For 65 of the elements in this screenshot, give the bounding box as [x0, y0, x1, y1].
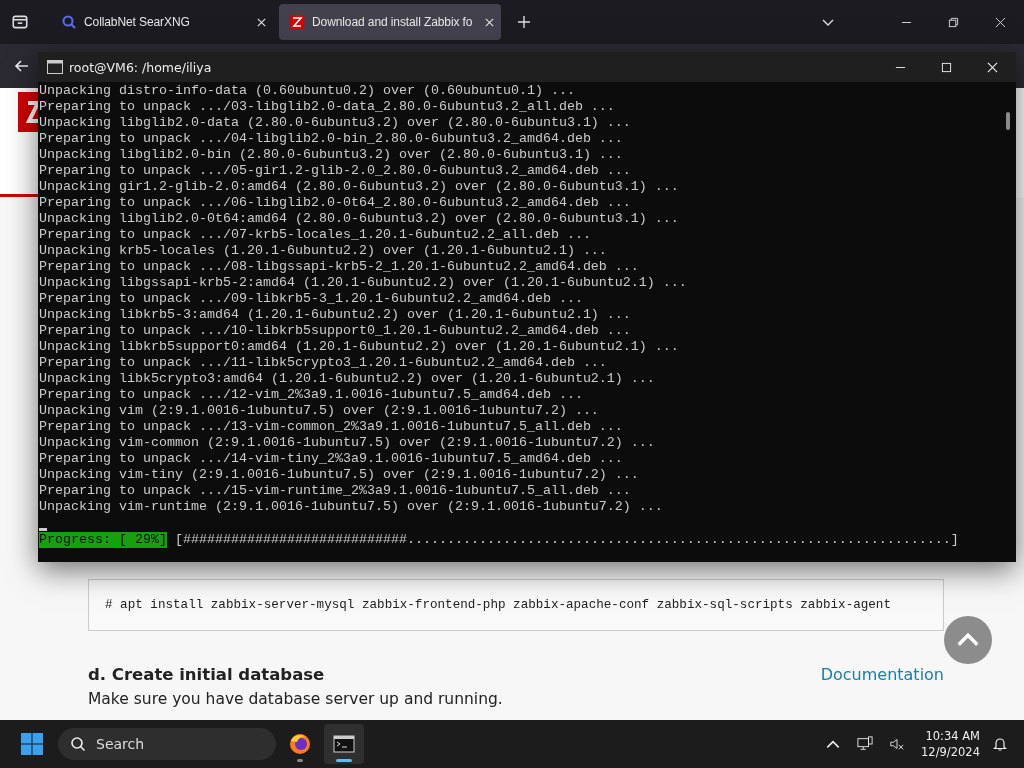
search-icon — [70, 736, 86, 752]
new-tab-icon[interactable] — [517, 15, 531, 29]
search-field[interactable]: Search — [58, 728, 276, 760]
terminal-line: Unpacking vim-runtime (2:9.1.0016-1ubuntu7.5) over (2:9.1.0016-1ubuntu7.2) ... — [39, 499, 664, 515]
terminal-line: Preparing to unpack .../13-vim-common_2%3a9.1.0016-1ubuntu7.5_all.deb ... — [39, 419, 624, 435]
console-icon — [47, 60, 63, 74]
terminal-icon — [332, 732, 356, 756]
terminal-line: Unpacking gir1.2-glib-2.0:amd64 (2.80.0-6ubuntu3.2) over (2.80.0-6ubuntu3.1) ... — [39, 179, 680, 195]
terminal-line: Unpacking libkrb5support0:amd64 (1.20.1-6ubuntu2.2) over (1.20.1-6ubuntu2.1) ... — [39, 339, 680, 355]
terminal-line: Preparing to unpack .../12-vim_2%3a9.1.0016-1ubuntu7.5_amd64.deb ... — [39, 387, 584, 403]
terminal-line: Unpacking libglib2.0-data (2.80.0-6ubuntu3.2) over (2.80.0-6ubuntu3.1) ... — [39, 115, 632, 131]
terminal-line: Preparing to unpack .../03-libglib2.0-data_2.80.0-6ubuntu3.2_all.deb ... — [39, 99, 616, 115]
terminal-line: Preparing to unpack .../08-libgssapi-krb5-2_1.20.1-6ubuntu2.2_amd64.deb ... — [39, 259, 640, 275]
section-heading: d. Create initial database — [88, 665, 325, 684]
restore-icon[interactable] — [948, 16, 959, 28]
progress-bar-text: [############################....................................................................] — [175, 532, 959, 548]
logo-icon — [289, 14, 305, 30]
terminal-line: Unpacking distro-info-data (0.60ubuntu0.2) over (0.60ubuntu0.1) ... — [39, 83, 576, 99]
terminal-line: Preparing to unpack .../14-vim-tiny_2%3a9.1.0016-1ubuntu7.5_amd64.deb ... — [39, 451, 624, 467]
clock[interactable]: 10:34 AM 12/9/2024 — [921, 728, 980, 760]
terminal-line: Unpacking vim-tiny (2:9.1.0016-1ubuntu7.5) over (2:9.1.0016-1ubuntu7.2) ... — [39, 467, 640, 483]
terminal-line: Unpacking libglib2.0-0t64:amd64 (2.80.0-6ubuntu3.2) over (2.80.0-6ubuntu3.1) ... — [39, 211, 680, 227]
terminal-line: Unpacking krb5-locales (1.20.1-6ubuntu2.2) over (1.20.1-6ubuntu2.1) ... — [39, 243, 608, 259]
terminal-line: Preparing to unpack .../07-krb5-locales_1.20.1-6ubuntu2.2_all.deb ... — [39, 227, 592, 243]
date-text: 12/9/2024 — [921, 744, 980, 760]
window-title: root@VM6: /home/iliya — [69, 59, 212, 75]
fox-globe-icon — [288, 732, 312, 756]
terminal-line: Unpacking libglib2.0-bin (2.80.0-6ubuntu3.2) over (2.80.0-6ubuntu3.1) ... — [39, 147, 624, 163]
tab-title: CollabNet SearXNG — [84, 15, 191, 29]
terminal-line: Preparing to unpack .../09-libkrb5-3_1.20.1-6ubuntu2.2_amd64.deb ... — [39, 291, 584, 307]
maximize-icon[interactable] — [941, 61, 952, 73]
scroll-to-top-button[interactable] — [944, 616, 992, 664]
terminal-line: Preparing to unpack .../04-libglib2.0-bin_2.80.0-6ubuntu3.2_amd64.deb ... — [39, 131, 624, 147]
start-icon[interactable] — [20, 732, 44, 756]
tab-title: Download and install Zabbix fo — [312, 15, 474, 29]
body-text: Make sure you have database server up and running. — [88, 690, 504, 708]
terminal-line: Unpacking libgssapi-krb5-2:amd64 (1.20.1-6ubuntu2.2) over (1.20.1-6ubuntu2.1) ... — [39, 275, 688, 291]
bell-icon[interactable] — [992, 736, 1008, 752]
documentation-link[interactable]: Documentation — [820, 665, 944, 684]
close-icon[interactable] — [995, 16, 1006, 28]
terminal-line: Unpacking vim-common (2:9.1.0016-1ubuntu7.5) over (2:9.1.0016-1ubuntu7.2) ... — [39, 435, 656, 451]
terminal-line: Unpacking libkrb5-3:amd64 (1.20.1-6ubuntu2.2) over (1.20.1-6ubuntu2.1) ... — [39, 307, 632, 323]
logo-icon[interactable] — [18, 92, 38, 132]
browser-tab[interactable]: Download and install Zabbix fo — [279, 4, 501, 40]
code-block: # apt install zabbix-server-mysql zabbix-frontend-php zabbix-apache-conf zabbix-sql-scripts zabbix-agent — [88, 579, 944, 631]
close-icon[interactable] — [484, 16, 495, 28]
terminal-line: Preparing to unpack .../10-libkrb5support0_1.20.1-6ubuntu2.2_amd64.deb ... — [39, 323, 632, 339]
close-icon[interactable] — [987, 61, 998, 73]
browser-tab[interactable]: CollabNet SearXNG — [51, 4, 273, 40]
terminal-line: Preparing to unpack .../06-libglib2.0-0t64_2.80.0-6ubuntu3.2_amd64.deb ... — [39, 195, 632, 211]
muted-speaker-icon[interactable] — [889, 736, 906, 752]
progress-label: Progress: [ 29%] — [39, 532, 167, 548]
terminal-line: Preparing to unpack .../15-vim-runtime_2%3a9.1.0016-1ubuntu7.5_all.deb ... — [39, 483, 632, 499]
terminal-line: Unpacking libk5crypto3:amd64 (1.20.1-6ubuntu2.2) over (1.20.1-6ubuntu2.1) ... — [39, 371, 656, 387]
back-arrow-icon[interactable] — [14, 58, 30, 74]
terminal-line: Preparing to unpack .../11-libk5crypto3_1.20.1-6ubuntu2.2_amd64.deb ... — [39, 355, 608, 371]
terminal-line: Unpacking vim (2:9.1.0016-1ubuntu7.5) over (2:9.1.0016-1ubuntu7.2) ... — [39, 403, 600, 419]
scrollbar[interactable] — [1006, 112, 1010, 130]
search-icon — [61, 14, 77, 30]
close-icon[interactable] — [256, 16, 267, 28]
tab-list-icon[interactable] — [11, 13, 29, 31]
time-text: 10:34 AM — [925, 728, 980, 744]
network-icon[interactable] — [857, 736, 874, 752]
terminal-line: Preparing to unpack .../05-gir1.2-glib-2.0_2.80.0-6ubuntu3.2_amd64.deb ... — [39, 163, 632, 179]
taskbar-app[interactable] — [324, 724, 364, 764]
